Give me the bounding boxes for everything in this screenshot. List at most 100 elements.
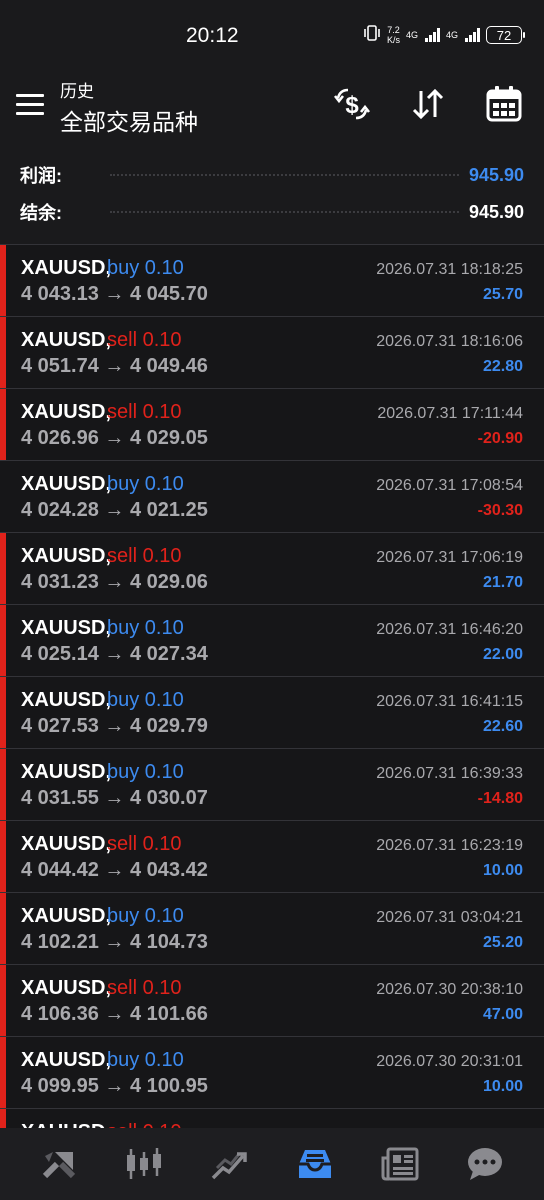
- trade-prices: 4 043.13 → 4 045.70: [21, 283, 208, 305]
- profit-row: 利润: 945.90: [20, 159, 524, 191]
- trade-time: 2026.07.31 16:46:20: [376, 621, 523, 638]
- trade-profit: 21.70: [482, 574, 523, 591]
- messages-icon[interactable]: [460, 1139, 510, 1189]
- dotted-leader: [110, 211, 459, 213]
- trade-flag: [0, 389, 6, 461]
- dotted-leader: [110, 174, 459, 176]
- trade-flag: [0, 677, 6, 749]
- trade-time: 2026.07.31 18:18:25: [376, 261, 523, 278]
- trade-time: 2026.07.31 17:06:19: [376, 549, 523, 566]
- trade-profit: 25.70: [482, 286, 523, 303]
- trade-symbol: XAUUSD,: [21, 329, 112, 351]
- trade-row[interactable]: XAUUSD, buy 0.10 4 102.21 → 4 104.73 2026.0…: [0, 892, 544, 965]
- trade-prices: 4 027.53 → 4 029.79: [21, 715, 208, 737]
- trade-symbol: XAUUSD,: [21, 833, 112, 855]
- trade-time: 2026.07.30 20:31:01: [376, 1053, 523, 1070]
- trade-row[interactable]: XAUUSD, buy 0.10 4 043.13 → 4 045.70 2026.0…: [0, 244, 544, 317]
- trade-profit: 22.60: [482, 718, 523, 735]
- balance-row: 结余: 945.90: [20, 196, 524, 228]
- trade-row[interactable]: XAUUSD, sell 0.10 4 106.36 → 4 101.66 2026.…: [0, 964, 544, 1037]
- trade-row[interactable]: XAUUSD, buy 0.10 4 025.14 → 4 027.34 2026.0…: [0, 604, 544, 677]
- trade-side: sell 0.10: [107, 401, 182, 423]
- trade-side: buy 0.10: [107, 761, 184, 783]
- profit-label: 利润:: [20, 166, 62, 186]
- trade-row[interactable]: XAUUSD, sell 0.10 4 044.42 → 4 043.42 2026.…: [0, 820, 544, 893]
- trade-symbol: XAUUSD,: [21, 689, 112, 711]
- news-icon[interactable]: [375, 1139, 425, 1189]
- trade-profit: -30.30: [477, 502, 523, 519]
- trade-side: sell 0.10: [107, 329, 182, 351]
- trade-time: 2026.07.31 17:11:44: [377, 405, 523, 422]
- signal-icon: [424, 28, 440, 42]
- trade-flag: [0, 245, 6, 317]
- trade-icon[interactable]: [204, 1139, 254, 1189]
- trade-flag: [0, 1037, 6, 1109]
- trade-symbol: XAUUSD,: [21, 257, 112, 279]
- trade-time: 2026.07.31 18:16:06: [376, 333, 523, 350]
- trade-symbol: XAUUSD,: [21, 473, 112, 495]
- trade-time: 2026.07.31 16:41:15: [376, 693, 523, 710]
- history-icon[interactable]: [290, 1139, 340, 1189]
- history-summary: 利润: 945.90 结余: 945.90: [0, 158, 544, 244]
- trade-row[interactable]: XAUUSD, sell 0.10 4 031.23 → 4 029.06 2026.…: [0, 532, 544, 605]
- balance-label: 结余:: [20, 203, 62, 223]
- profit-value: 945.90: [468, 164, 524, 185]
- quotes-icon[interactable]: [34, 1139, 84, 1189]
- battery-icon: 72: [486, 26, 525, 44]
- trade-flag: [0, 317, 6, 389]
- speed-unit: K/s: [386, 35, 400, 45]
- trade-side: buy 0.10: [107, 905, 184, 927]
- trade-prices: 4 106.36 → 4 101.66: [21, 1003, 208, 1025]
- signal-icon: [465, 28, 480, 42]
- trade-side: sell 0.10: [107, 977, 182, 999]
- trade-side: sell 0.10: [107, 833, 182, 855]
- trade-profit: 22.00: [482, 646, 523, 663]
- app-header: 历史 全部交易品种 $: [0, 70, 544, 150]
- menu-icon[interactable]: [16, 94, 44, 116]
- trade-row[interactable]: XAUUSD, sell 0.10 4 026.96 → 4 029.05 2026.…: [0, 388, 544, 461]
- trade-profit: -20.90: [477, 430, 523, 447]
- trade-row[interactable]: XAUUSD, buy 0.10 4 099.95 → 4 100.95 2026.0…: [0, 1036, 544, 1109]
- trade-side: buy 0.10: [107, 257, 184, 279]
- trade-profit: 25.20: [482, 934, 523, 951]
- trade-prices: 4 031.23 → 4 029.06: [21, 571, 208, 593]
- trade-symbol: XAUUSD,: [21, 905, 112, 927]
- network-speed: 7.2 K/s: [387, 25, 400, 45]
- trade-prices: 4 026.96 → 4 029.05: [21, 427, 208, 449]
- trade-prices: 4 025.14 → 4 027.34: [21, 643, 208, 665]
- bottom-navigation: [0, 1128, 544, 1200]
- trade-row[interactable]: XAUUSD, sell 0.10 4 051.74 → 4 049.46 2026.…: [0, 316, 544, 389]
- vibrate-icon: [363, 25, 381, 45]
- status-time: 20:12: [186, 24, 239, 47]
- trade-row[interactable]: XAUUSD, buy 0.10 4 027.53 → 4 029.79 2026.0…: [0, 676, 544, 749]
- trade-row[interactable]: XAUUSD, buy 0.10 4 024.28 → 4 021.25 2026.0…: [0, 460, 544, 532]
- trade-prices: 4 102.21 → 4 104.73: [21, 931, 208, 953]
- trade-prices: 4 044.42 → 4 043.42: [21, 859, 208, 881]
- page-title[interactable]: 全部交易品种: [60, 103, 198, 137]
- speed-value: 7.2: [387, 25, 400, 35]
- trade-symbol: XAUUSD,: [21, 545, 112, 567]
- page-subtitle: 历史: [60, 82, 94, 101]
- trade-time: 2026.07.30 20:38:10: [376, 981, 523, 998]
- trade-prices: 4 024.28 → 4 021.25: [21, 499, 208, 521]
- network-type-1: 4G: [405, 30, 418, 40]
- trade-flag: [0, 605, 6, 677]
- currency-exchange-icon[interactable]: $: [330, 82, 374, 126]
- sort-icon[interactable]: [406, 82, 450, 126]
- trade-row[interactable]: XAUUSD, buy 0.10 4 031.55 → 4 030.07 2026.0…: [0, 748, 544, 821]
- trade-flag: [0, 893, 6, 965]
- network-type-2: 4G: [445, 30, 458, 40]
- trade-side: buy 0.10: [107, 689, 184, 711]
- status-icons: 7.2 K/s 4G 4G 72: [363, 25, 525, 45]
- trade-symbol: XAUUSD,: [21, 977, 112, 999]
- trade-prices: 4 051.74 → 4 049.46: [21, 355, 208, 377]
- chart-icon[interactable]: [119, 1139, 169, 1189]
- trade-symbol: XAUUSD,: [21, 617, 112, 639]
- trade-side: buy 0.10: [107, 617, 184, 639]
- trade-side: buy 0.10: [107, 473, 184, 495]
- trade-time: 2026.07.31 16:39:33: [376, 765, 523, 782]
- calendar-icon[interactable]: [482, 82, 526, 126]
- battery-level: 72: [496, 27, 512, 43]
- trade-side: buy 0.10: [107, 1049, 184, 1071]
- trade-time: 2026.07.31 16:23:19: [376, 837, 523, 854]
